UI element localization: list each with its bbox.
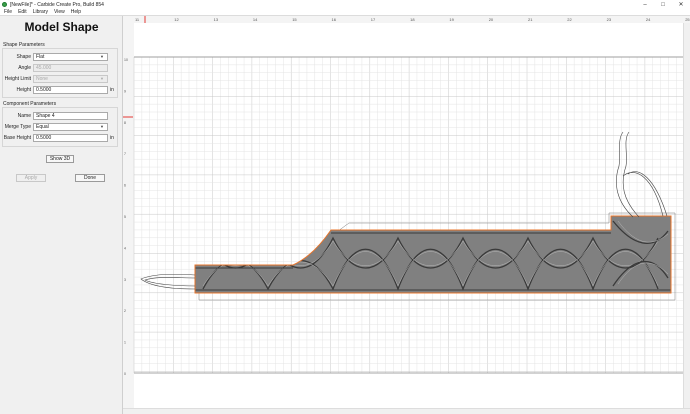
horizontal-scrollbar[interactable] bbox=[123, 408, 690, 414]
menu-file[interactable]: File bbox=[4, 9, 12, 15]
ruler-left-label: 2 bbox=[124, 309, 126, 313]
ruler-top-label: 19 bbox=[449, 17, 454, 22]
ruler-top-label: 23 bbox=[607, 17, 612, 22]
height-limit-label: Height Limit bbox=[4, 76, 31, 82]
ruler-top-label: 14 bbox=[253, 17, 258, 22]
height-label: Height bbox=[16, 87, 31, 93]
ruler-top-label: 16 bbox=[332, 17, 337, 22]
close-button[interactable]: ✕ bbox=[672, 0, 690, 9]
shape-label: Shape bbox=[16, 54, 31, 60]
height-unit: in bbox=[110, 87, 114, 93]
ruler-top-label: 13 bbox=[214, 17, 219, 22]
name-input[interactable]: Shape 4 bbox=[33, 112, 108, 120]
ruler-top-label: 17 bbox=[371, 17, 376, 22]
title-bar: [NewFile]* - Carbide Create Pro, Build 8… bbox=[0, 0, 690, 9]
ruler-top-label: 18 bbox=[410, 17, 415, 22]
shape-value: Flat bbox=[36, 54, 45, 60]
height-limit-value: None bbox=[36, 76, 48, 82]
ruler-top-label: 21 bbox=[528, 17, 533, 22]
ruler-left-label: 5 bbox=[124, 215, 126, 219]
menu-bar: File Edit Library View Help bbox=[0, 9, 690, 16]
ruler-top-label: 24 bbox=[646, 17, 651, 22]
apply-button: Apply bbox=[16, 174, 46, 182]
window-title: [NewFile]* - Carbide Create Pro, Build 8… bbox=[10, 1, 104, 8]
base-height-unit: in bbox=[110, 135, 114, 141]
menu-edit[interactable]: Edit bbox=[18, 9, 27, 15]
canvas-svg[interactable]: 11 12 13 14 15 16 17 18 19 20 21 22 23 24 25 109876543… bbox=[123, 16, 690, 414]
minimize-button[interactable]: – bbox=[636, 0, 654, 9]
selected-shape[interactable] bbox=[195, 216, 671, 293]
ruler-left-label: 10 bbox=[124, 58, 128, 62]
merge-type-dropdown[interactable]: Equal ▼ bbox=[33, 123, 108, 131]
ruler-left-label: 8 bbox=[124, 121, 126, 125]
ruler-left-label: 0 bbox=[124, 372, 126, 376]
height-limit-dropdown: None ▼ bbox=[33, 75, 108, 83]
name-label: Name bbox=[17, 113, 31, 119]
ruler-top-label: 22 bbox=[567, 17, 572, 22]
ruler-left-label: 1 bbox=[124, 341, 126, 345]
height-row: Height 0.5000 in bbox=[0, 86, 123, 94]
maximize-button[interactable]: □ bbox=[654, 0, 672, 9]
ruler-top-label: 15 bbox=[292, 17, 297, 22]
chevron-down-icon: ▼ bbox=[100, 76, 104, 81]
name-row: Name Shape 4 bbox=[0, 112, 123, 120]
height-limit-row: Height Limit None ▼ bbox=[0, 75, 123, 83]
chevron-down-icon: ▼ bbox=[100, 54, 104, 59]
panel-title: Model Shape bbox=[24, 20, 99, 34]
model-shape-panel: Model Shape Shape Parameters Shape Flat … bbox=[0, 16, 123, 414]
height-input[interactable]: 0.5000 bbox=[33, 86, 108, 94]
base-height-row: Base Height 0.5000 in bbox=[0, 134, 123, 142]
angle-field: 45.000 bbox=[33, 64, 108, 72]
merge-type-value: Equal bbox=[36, 124, 49, 130]
vertical-scrollbar[interactable] bbox=[683, 23, 690, 408]
ruler-top-label: 12 bbox=[174, 17, 179, 22]
menu-library[interactable]: Library bbox=[33, 9, 48, 15]
base-height-label: Base Height bbox=[3, 135, 31, 141]
merge-type-row: Merge Type Equal ▼ bbox=[0, 123, 123, 131]
angle-label: Angle bbox=[18, 65, 31, 71]
window-controls: – □ ✕ bbox=[636, 0, 690, 9]
base-height-input[interactable]: 0.5000 bbox=[33, 134, 108, 142]
menu-view[interactable]: View bbox=[54, 9, 65, 15]
ruler-left-label: 4 bbox=[124, 246, 126, 250]
merge-type-label: Merge Type bbox=[4, 124, 31, 130]
angle-row: Angle 45.000 bbox=[0, 64, 123, 72]
done-button[interactable]: Done bbox=[75, 174, 105, 182]
ruler-left-label: 6 bbox=[124, 184, 126, 188]
ruler-left-label: 3 bbox=[124, 278, 126, 282]
menu-help[interactable]: Help bbox=[71, 9, 81, 15]
ruler-left-label: 9 bbox=[124, 89, 126, 93]
shape-row: Shape Flat ▼ bbox=[0, 53, 123, 61]
show-3d-button[interactable]: Show 3D bbox=[46, 155, 74, 163]
app-logo-icon bbox=[2, 2, 7, 7]
ruler-top bbox=[123, 16, 690, 23]
chevron-down-icon: ▼ bbox=[100, 124, 104, 129]
ruler-left-label: 7 bbox=[124, 152, 126, 156]
canvas-grid bbox=[133, 56, 683, 373]
design-canvas[interactable]: 11 12 13 14 15 16 17 18 19 20 21 22 23 24 25 10 9 8 7 6 5 4 3… bbox=[123, 16, 690, 414]
shape-dropdown[interactable]: Flat ▼ bbox=[33, 53, 108, 61]
ruler-top-label: 25 bbox=[685, 17, 690, 22]
ruler-top-label: 20 bbox=[489, 17, 494, 22]
